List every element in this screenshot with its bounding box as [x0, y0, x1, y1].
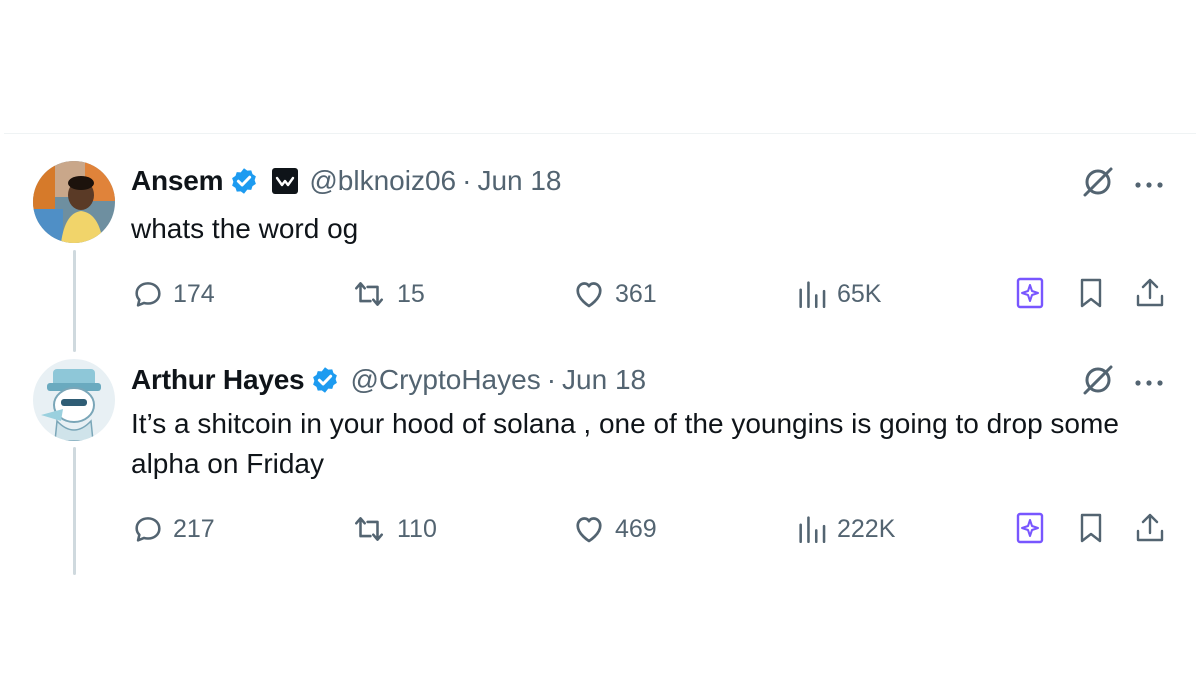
- grok-bookmark-button[interactable]: [1013, 276, 1047, 310]
- thread-line: [73, 447, 76, 575]
- avatar-ansem[interactable]: [33, 161, 115, 243]
- grok-bookmark-icon: [1016, 512, 1044, 544]
- share-button[interactable]: [1133, 276, 1167, 310]
- share-icon: [1136, 278, 1164, 307]
- tweet-text: whats the word og: [131, 213, 359, 244]
- thread-line: [73, 250, 76, 352]
- like-icon: [576, 517, 602, 543]
- views-button[interactable]: 65K: [795, 274, 881, 314]
- tweet-actions: 217 110 469 222K: [131, 509, 1171, 549]
- views-count: 222K: [837, 514, 896, 543]
- repost-icon: [354, 517, 384, 541]
- tweet-date[interactable]: Jun 18: [477, 165, 561, 197]
- verified-badge-icon[interactable]: [310, 365, 340, 395]
- bookmark-button[interactable]: [1074, 511, 1108, 545]
- tweet-header: Arthur Hayes @CryptoHayes · Jun 18: [131, 359, 646, 401]
- separator-dot: ·: [462, 165, 472, 196]
- repost-count: 15: [397, 279, 425, 308]
- share-icon: [1136, 513, 1164, 542]
- more-icon[interactable]: [1134, 375, 1164, 386]
- like-count: 361: [615, 279, 657, 308]
- like-icon: [576, 282, 602, 308]
- user-handle[interactable]: @CryptoHayes: [350, 364, 540, 396]
- bookmark-button[interactable]: [1074, 276, 1108, 310]
- verified-badge-icon[interactable]: [229, 166, 259, 196]
- like-count: 469: [615, 514, 657, 543]
- top-divider: [4, 133, 1196, 134]
- views-button[interactable]: 222K: [795, 509, 895, 549]
- views-count: 65K: [837, 279, 882, 308]
- tweet-date[interactable]: Jun 18: [562, 364, 646, 396]
- display-name[interactable]: Ansem: [131, 165, 224, 197]
- views-icon: [799, 516, 826, 544]
- tweet-top-icons: [1080, 362, 1164, 398]
- grok-icon[interactable]: [1080, 164, 1116, 200]
- grok-icon[interactable]: [1080, 362, 1116, 398]
- affiliate-badge-icon[interactable]: [271, 167, 299, 195]
- views-icon: [799, 281, 826, 309]
- reply-button[interactable]: 174: [131, 274, 215, 314]
- like-button[interactable]: 361: [571, 274, 657, 314]
- share-button[interactable]: [1133, 511, 1167, 545]
- tweet-top-icons: [1080, 164, 1164, 200]
- avatar-arthur-hayes[interactable]: [33, 359, 115, 441]
- grok-bookmark-button[interactable]: [1013, 511, 1047, 545]
- repost-button[interactable]: 15: [349, 274, 425, 314]
- more-icon[interactable]: [1134, 177, 1164, 188]
- reply-icon: [135, 282, 161, 307]
- tweet-actions: 174 15 361 65K: [131, 274, 1171, 314]
- reply-count: 217: [173, 514, 215, 543]
- reply-button[interactable]: 217: [131, 509, 215, 549]
- tweet-header: Ansem @blknoiz06 · Jun 18: [131, 160, 562, 202]
- display-name[interactable]: Arthur Hayes: [131, 364, 305, 396]
- grok-bookmark-icon: [1016, 277, 1044, 309]
- bookmark-icon: [1080, 513, 1102, 543]
- user-handle[interactable]: @blknoiz06: [309, 165, 456, 197]
- bookmark-icon: [1080, 278, 1102, 308]
- like-button[interactable]: 469: [571, 509, 657, 549]
- repost-count: 110: [397, 514, 437, 543]
- separator-dot: ·: [546, 364, 557, 395]
- reply-count: 174: [173, 279, 215, 308]
- repost-icon: [354, 282, 384, 306]
- repost-button[interactable]: 110: [349, 509, 437, 549]
- reply-icon: [135, 517, 161, 542]
- tweet-text: It’s a shitcoin in your hood of solana ,…: [131, 408, 1119, 479]
